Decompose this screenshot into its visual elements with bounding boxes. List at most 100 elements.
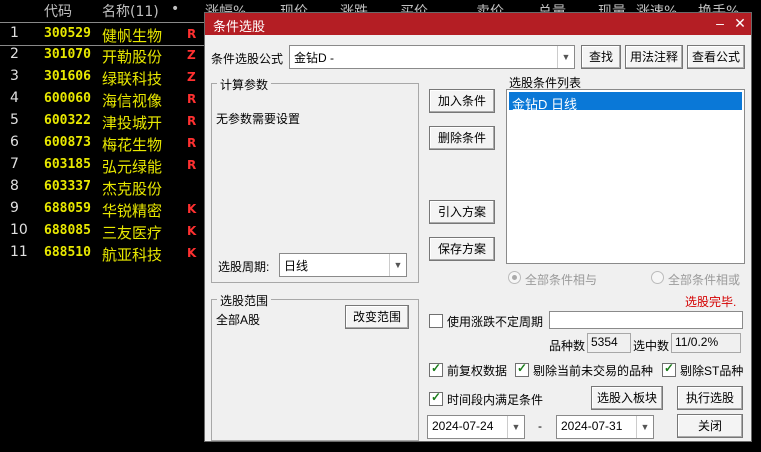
close-button[interactable]: 关闭 — [677, 414, 743, 438]
time-range-label: 时间段内满足条件 — [447, 393, 544, 407]
stock-name: 开勒股份 — [102, 48, 163, 66]
minimize-icon[interactable]: – — [711, 15, 729, 31]
date-from-select[interactable]: 2024-07-24 ▼ — [427, 415, 525, 439]
fq-checkbox[interactable] — [429, 361, 443, 377]
table-row[interactable]: 6 600873 梅花生物 R — [0, 132, 205, 154]
row-index: 8 — [10, 178, 19, 194]
table-row[interactable]: 5 600322 津投城开 R — [0, 110, 205, 132]
execute-button[interactable]: 执行选股 — [677, 386, 743, 410]
table-row[interactable]: 3 301606 绿联科技 Z — [0, 66, 205, 88]
stock-code: 301070 — [44, 47, 91, 62]
table-row[interactable]: 2 301070 开勒股份 Z — [0, 44, 205, 66]
row-index: 7 — [10, 156, 19, 172]
stock-code: 600873 — [44, 135, 91, 150]
chevron-down-icon[interactable]: ▼ — [507, 416, 524, 438]
view-formula-button[interactable]: 查看公式 — [687, 45, 745, 69]
stock-name: 华锐精密 — [102, 202, 163, 220]
stock-flag: Z — [187, 70, 196, 84]
chevron-down-icon[interactable]: ▼ — [557, 46, 574, 68]
condition-list[interactable]: 金钻D 日线 — [506, 89, 745, 264]
selected-value: 11/0.2% — [675, 335, 719, 349]
to-board-button[interactable]: 选股入板块 — [591, 386, 663, 410]
stock-code: 603185 — [44, 157, 91, 172]
period-select[interactable]: 日线 ▼ — [279, 253, 407, 277]
dialog-titlebar[interactable]: 条件选股 – ✕ — [205, 13, 751, 35]
date-separator: - — [538, 419, 542, 433]
formula-label: 条件选股公式 — [211, 52, 284, 66]
all-or-radio[interactable] — [651, 271, 664, 284]
list-item[interactable]: 金钻D 日线 — [509, 92, 742, 112]
formula-value: 金钻D - — [294, 51, 334, 65]
stock-flag: K — [187, 246, 197, 260]
row-index: 9 — [10, 200, 19, 216]
table-row[interactable]: 10 688085 三友医疗 K — [0, 220, 205, 242]
stock-code: 688510 — [44, 245, 91, 260]
row-index: 6 — [10, 134, 19, 150]
stock-flag: K — [187, 224, 197, 238]
add-condition-button[interactable]: 加入条件 — [429, 89, 495, 113]
col-code[interactable]: 代码 — [44, 1, 72, 21]
delete-condition-button[interactable]: 删除条件 — [429, 126, 495, 150]
stock-flag: R — [187, 92, 197, 106]
all-and-radio[interactable] — [508, 271, 521, 284]
chevron-down-icon[interactable]: ▼ — [389, 254, 406, 276]
save-plan-button[interactable]: 保存方案 — [429, 237, 495, 261]
stock-name: 杰克股份 — [102, 180, 163, 198]
row-index: 1 — [10, 25, 19, 41]
stock-code: 600060 — [44, 91, 91, 106]
stock-name: 健帆生物 — [102, 27, 163, 45]
stock-name: 弘元绿能 — [102, 158, 163, 176]
date-to-select[interactable]: 2024-07-31 ▼ — [556, 415, 654, 439]
pinzhong-label: 品种数 — [549, 339, 586, 353]
row-index: 10 — [10, 222, 28, 238]
stock-code: 688059 — [44, 201, 91, 216]
exclude-st-checkbox[interactable] — [662, 361, 676, 377]
col-dot: • — [171, 1, 180, 17]
time-range-checkbox[interactable] — [429, 390, 443, 406]
stock-flag: R — [187, 114, 197, 128]
stock-name: 绿联科技 — [102, 70, 163, 88]
no-params-text: 无参数需要设置 — [216, 112, 301, 126]
table-row[interactable]: 7 603185 弘元绿能 R — [0, 154, 205, 176]
all-or-label: 全部条件相或 — [668, 273, 741, 287]
stock-flag: K — [187, 202, 197, 216]
import-plan-button[interactable]: 引入方案 — [429, 200, 495, 224]
use-period-checkbox[interactable] — [429, 314, 443, 328]
close-icon[interactable]: ✕ — [731, 15, 749, 31]
table-row[interactable]: 11 688510 航亚科技 K — [0, 242, 205, 264]
row-index: 2 — [10, 46, 19, 62]
stock-code: 600322 — [44, 113, 91, 128]
row-index: 3 — [10, 68, 19, 84]
stock-name: 海信视像 — [102, 92, 163, 110]
table-row[interactable]: 8 603337 杰克股份 — [0, 176, 205, 198]
all-and-label: 全部条件相与 — [525, 273, 598, 287]
selected-field: 11/0.2% — [671, 333, 741, 353]
stock-code: 603337 — [44, 179, 91, 194]
exclude-untraded-label: 剔除当前未交易的品种 — [533, 364, 654, 378]
stock-name: 津投城开 — [102, 114, 163, 132]
row-index: 5 — [10, 112, 19, 128]
range-value: 全部A股 — [216, 313, 261, 327]
change-range-button[interactable]: 改变范围 — [345, 305, 409, 329]
find-button[interactable]: 查找 — [581, 45, 621, 69]
table-row[interactable]: 1 300529 健帆生物 R — [0, 22, 205, 46]
stock-filter-dialog: 条件选股 – ✕ 条件选股公式 金钻D - ▼ 查找 用法注释 查看公式 计算参… — [204, 12, 752, 442]
dialog-title: 条件选股 — [213, 19, 266, 34]
status-text: 选股完毕. — [685, 295, 737, 309]
chevron-down-icon[interactable]: ▼ — [636, 416, 653, 438]
date-from-value: 2024-07-24 — [432, 419, 494, 433]
params-group-title: 计算参数 — [217, 76, 272, 93]
formula-select[interactable]: 金钻D - ▼ — [289, 45, 575, 69]
table-row[interactable]: 9 688059 华锐精密 K — [0, 198, 205, 220]
stock-flag: R — [187, 27, 197, 41]
date-to-value: 2024-07-31 — [561, 419, 623, 433]
usage-button[interactable]: 用法注释 — [625, 45, 683, 69]
stock-name: 三友医疗 — [102, 224, 163, 242]
stock-flag: R — [187, 136, 197, 150]
stock-code: 301606 — [44, 69, 91, 84]
stock-code: 688085 — [44, 223, 91, 238]
period-input[interactable] — [549, 311, 743, 329]
table-row[interactable]: 4 600060 海信视像 R — [0, 88, 205, 110]
col-name[interactable]: 名称(11) — [102, 1, 159, 21]
exclude-untraded-checkbox[interactable] — [515, 361, 529, 377]
